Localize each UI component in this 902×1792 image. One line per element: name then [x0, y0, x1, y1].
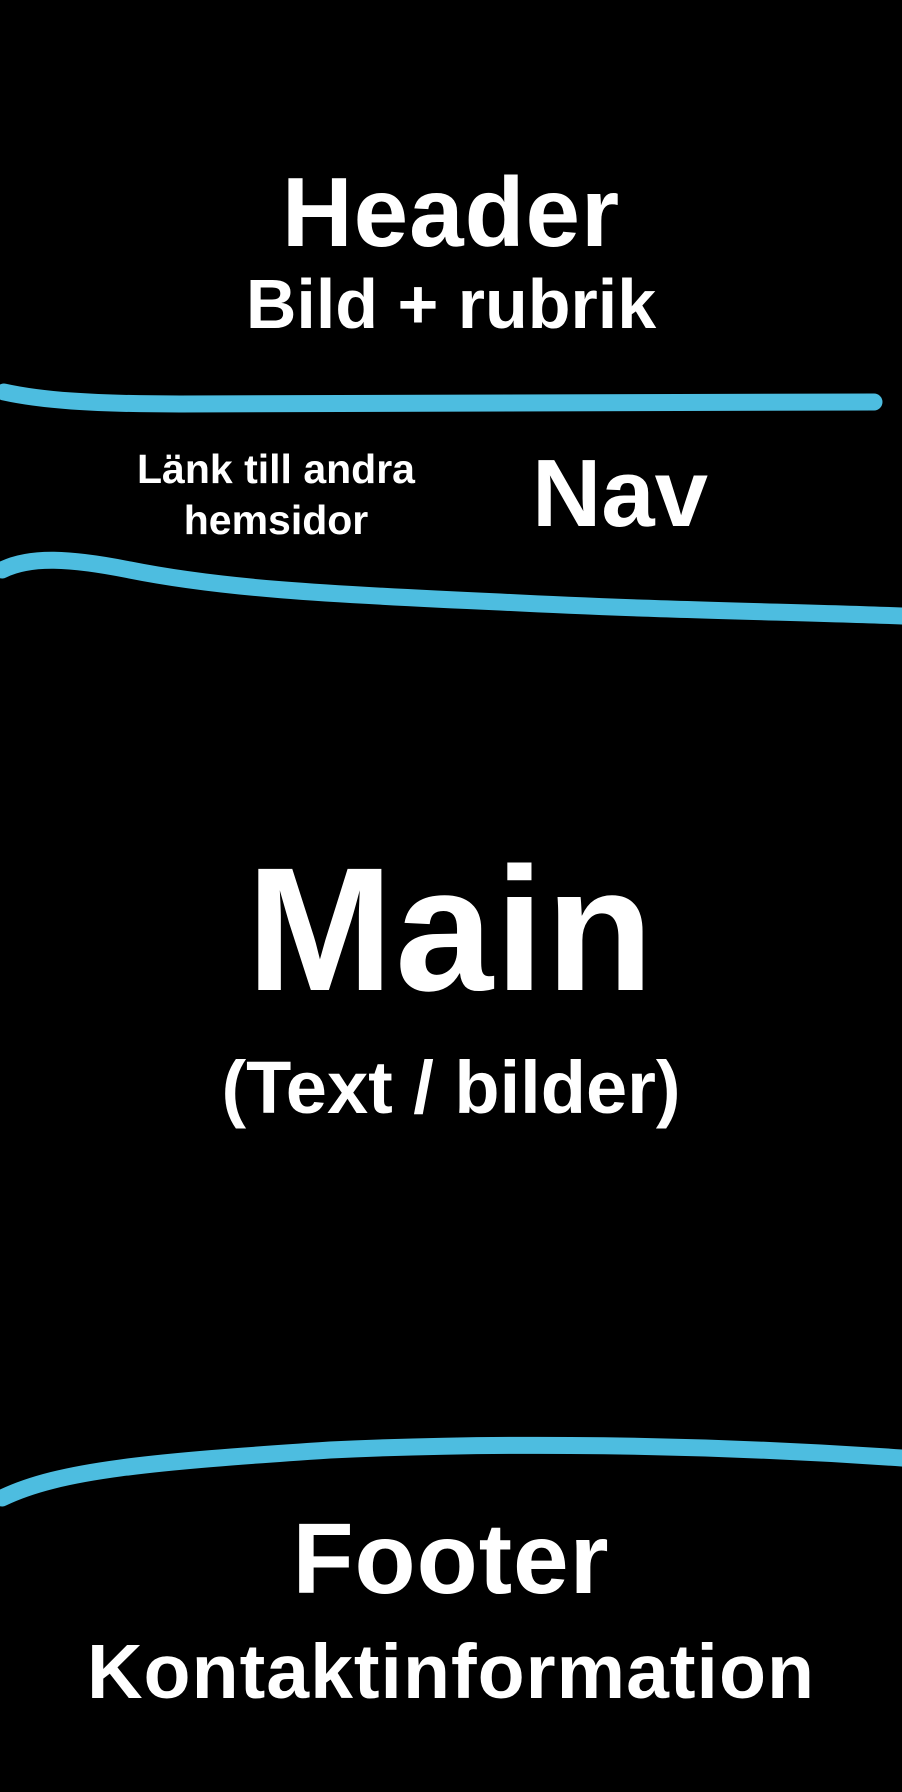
nav-description: Länk till andra hemsidor — [137, 446, 415, 544]
header-subtitle: Bild + rubrik — [245, 265, 657, 343]
footer-title: Footer — [292, 1503, 610, 1615]
header-title: Header — [281, 157, 621, 267]
main-subtitle: (Text / bilder) — [221, 1046, 681, 1129]
nav-title: Nav — [531, 440, 709, 547]
wireframe-canvas: Header Bild + rubrik Länk till andra hem… — [0, 0, 902, 1792]
main-title: Main — [246, 832, 656, 1028]
divider-main-footer — [0, 1436, 902, 1507]
footer-subtitle: Kontaktinformation — [86, 1629, 816, 1715]
divider-nav-main — [0, 551, 902, 625]
divider-header-nav — [0, 383, 883, 413]
